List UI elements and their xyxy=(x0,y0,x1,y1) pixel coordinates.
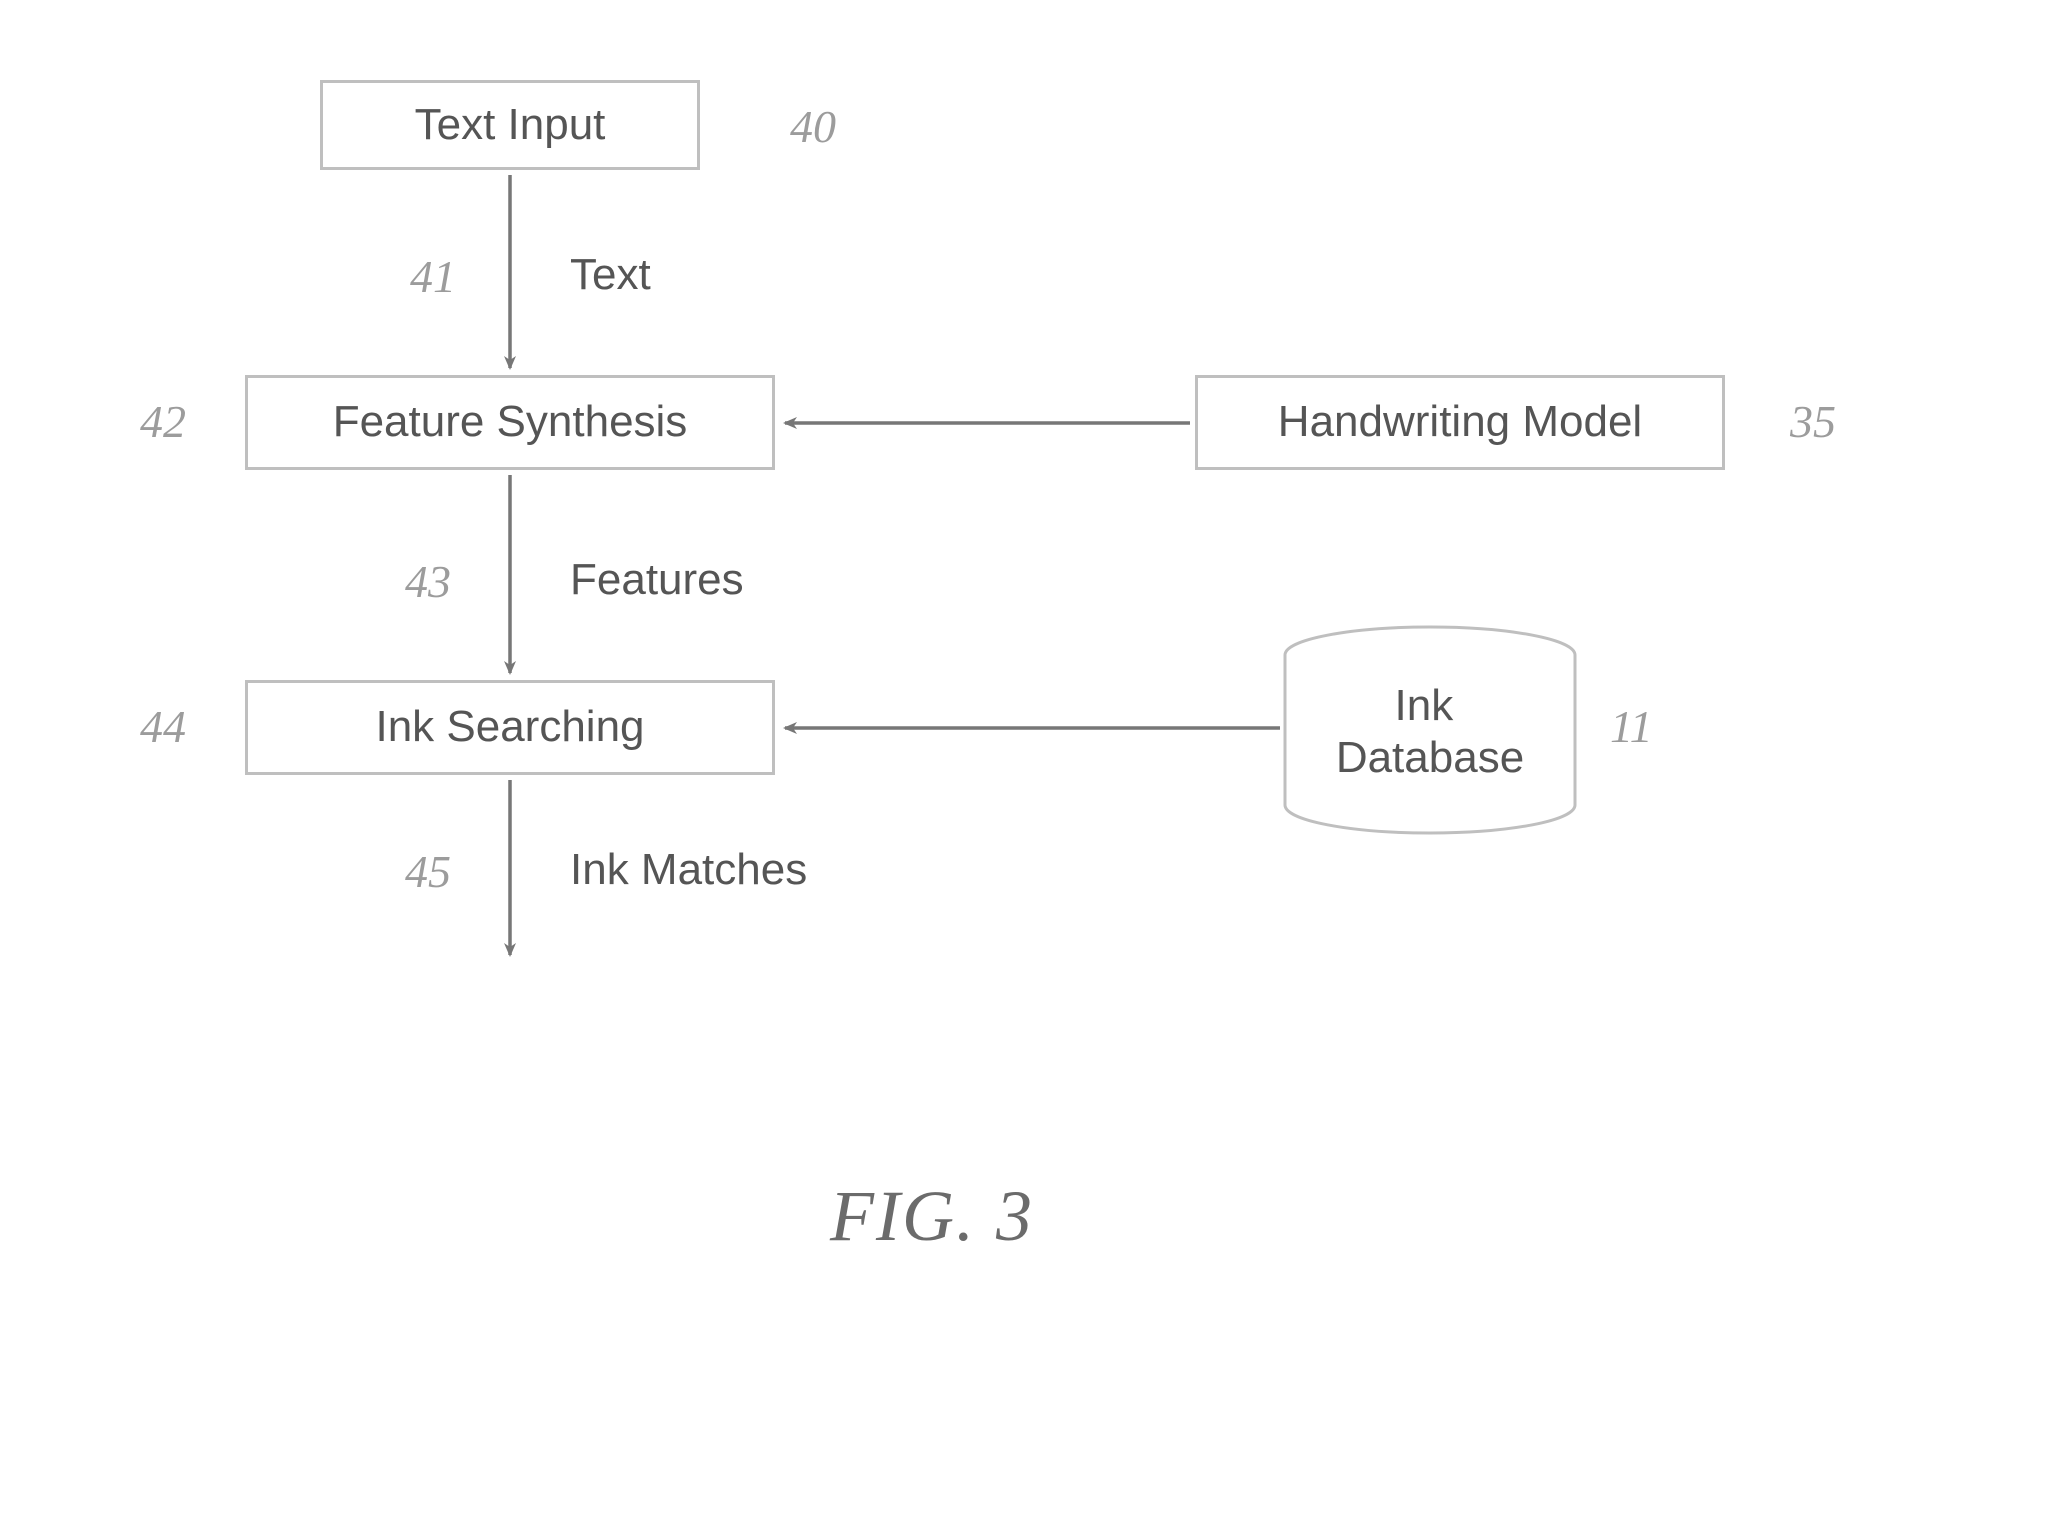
box-feature-synthesis: Feature Synthesis xyxy=(245,375,775,470)
box-ink-searching: Ink Searching xyxy=(245,680,775,775)
ref-text-input: 40 xyxy=(790,100,836,153)
ref-edge-ink-matches: 45 xyxy=(405,845,451,898)
ref-edge-text: 41 xyxy=(410,250,456,303)
ref-edge-features: 43 xyxy=(405,555,451,608)
box-handwriting-model: Handwriting Model xyxy=(1195,375,1725,470)
ref-feature-synthesis: 42 xyxy=(140,395,186,448)
box-text-input: Text Input xyxy=(320,80,700,170)
edge-text-label: Text xyxy=(570,250,651,300)
diagram-stage: Text Input 40 Text 41 Feature Synthesis … xyxy=(0,0,2054,1531)
box-feature-synthesis-label: Feature Synthesis xyxy=(333,397,688,448)
box-handwriting-model-label: Handwriting Model xyxy=(1278,397,1642,448)
svg-text:Ink Database: Ink Database xyxy=(1336,681,1524,782)
figure-label: FIG. 3 xyxy=(830,1175,1034,1258)
cylinder-ink-database: Ink Database xyxy=(1285,627,1575,833)
box-ink-searching-label: Ink Searching xyxy=(375,702,644,753)
ref-ink-database: 11 xyxy=(1610,700,1653,753)
box-text-input-label: Text Input xyxy=(415,100,606,151)
edge-features-label: Features xyxy=(570,555,744,605)
ref-handwriting-model: 35 xyxy=(1790,395,1836,448)
ref-ink-searching: 44 xyxy=(140,700,186,753)
edge-ink-matches-label: Ink Matches xyxy=(570,845,807,895)
